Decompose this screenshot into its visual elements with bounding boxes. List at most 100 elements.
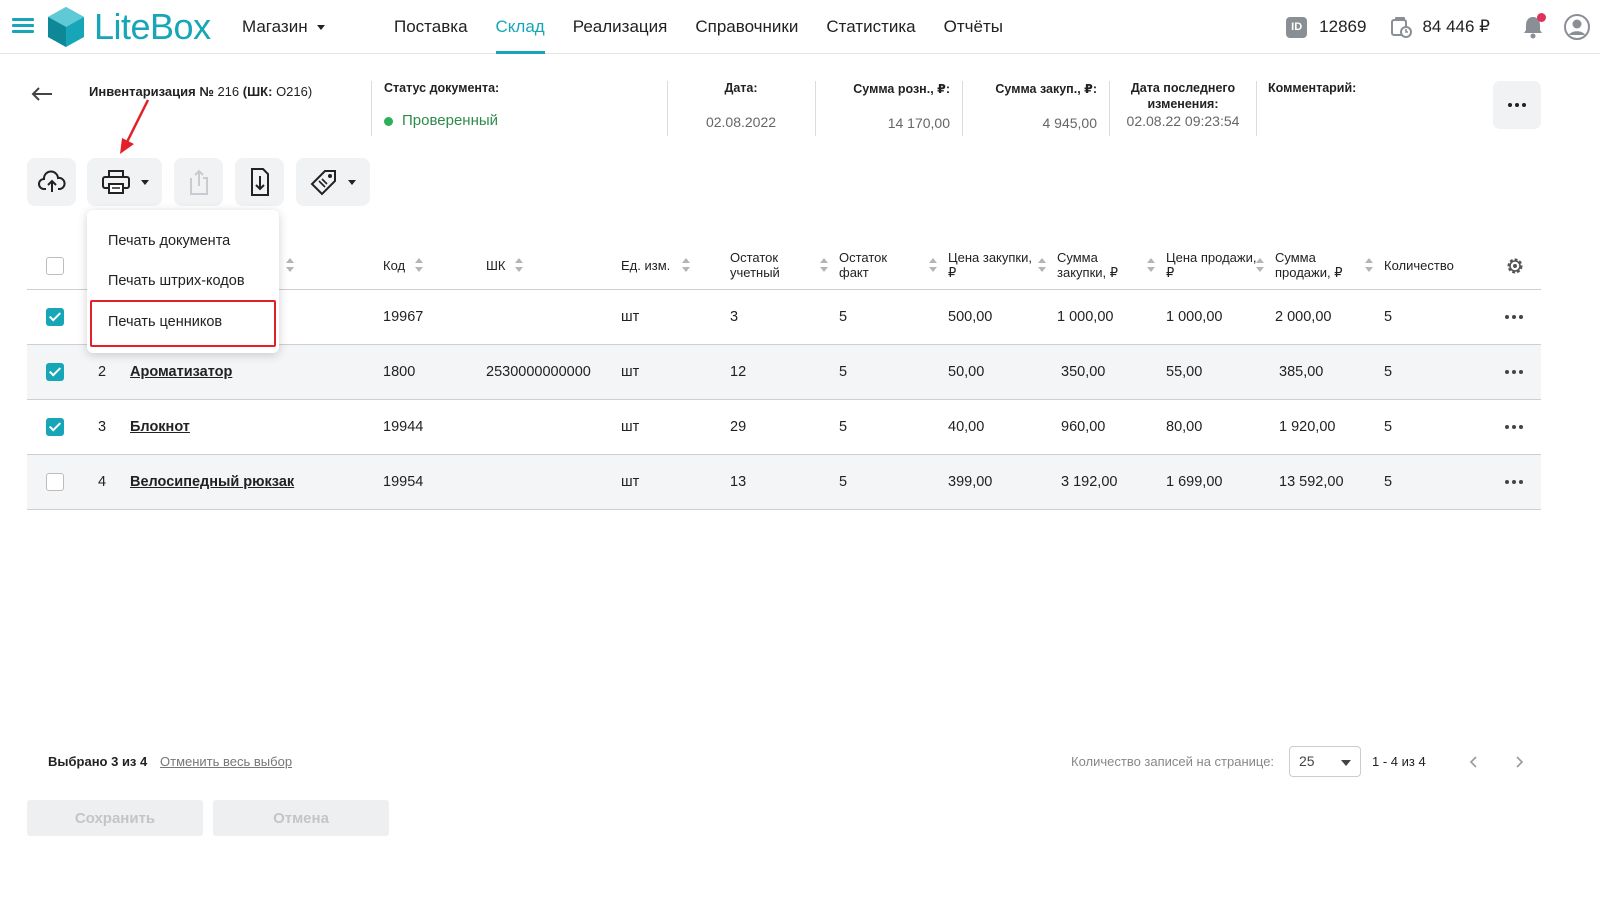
more-actions-button[interactable] xyxy=(1493,81,1541,129)
col-sell-sum[interactable]: Сумма продажи, ₽ xyxy=(1275,250,1342,280)
nav-item-directories[interactable]: Справочники xyxy=(681,0,812,54)
col-stock-accounted-line1: Остаток xyxy=(730,250,779,265)
row-checkbox[interactable] xyxy=(46,418,64,436)
cell-buy-sum: 1 000,00 xyxy=(1057,309,1114,325)
store-selector[interactable]: Магазин xyxy=(242,17,325,37)
sort-icon[interactable] xyxy=(515,258,524,272)
sort-icon[interactable] xyxy=(820,258,829,272)
cell-stock-fact[interactable]: 5 xyxy=(839,400,847,454)
sort-icon[interactable] xyxy=(415,258,424,272)
nav-item-warehouse[interactable]: Склад xyxy=(482,0,559,54)
divider xyxy=(1256,81,1257,136)
menu-item-print-barcodes[interactable]: Печать штрих-кодов xyxy=(108,273,245,289)
sort-icon[interactable] xyxy=(929,258,938,272)
cancel-selection-link[interactable]: Отменить весь выбор xyxy=(160,754,292,769)
row-checkbox[interactable] xyxy=(46,308,64,326)
gear-icon[interactable] xyxy=(1505,256,1525,276)
upload-button[interactable] xyxy=(27,158,76,206)
cell-stock-fact[interactable]: 5 xyxy=(839,455,847,509)
document-title: Инвентаризация № 216 (ШК: O216) xyxy=(89,84,312,99)
purchase-sum-label: Сумма закуп., ₽: xyxy=(995,82,1097,96)
select-all-checkbox[interactable] xyxy=(46,257,64,275)
nav-item-supply[interactable]: Поставка xyxy=(380,0,482,54)
row-more-icon[interactable] xyxy=(1505,425,1523,429)
cancel-button[interactable]: Отмена xyxy=(213,800,389,836)
row-checkbox[interactable] xyxy=(46,363,64,381)
item-name-link[interactable]: Велосипедный рюкзак xyxy=(130,455,294,509)
menu-item-print-document[interactable]: Печать документа xyxy=(108,233,230,249)
col-buy-price-line1: Цена закупки, xyxy=(948,250,1032,265)
upload-cloud-icon xyxy=(37,170,66,192)
cell-stock-fact[interactable]: 5 xyxy=(839,290,847,344)
col-stock-fact[interactable]: Остаток факт xyxy=(839,250,887,280)
back-arrow-icon[interactable] xyxy=(30,84,54,104)
col-unit[interactable]: Ед. изм. xyxy=(621,258,670,273)
nav-item-reports[interactable]: Отчёты xyxy=(930,0,1017,54)
user-icon[interactable] xyxy=(1564,14,1590,40)
sort-icon[interactable] xyxy=(286,258,295,272)
print-button[interactable] xyxy=(87,158,162,206)
col-code[interactable]: Код xyxy=(383,258,405,273)
cell-buy-sum: 3 192,00 xyxy=(1061,474,1118,490)
wallet-icon[interactable] xyxy=(1390,16,1413,38)
chevron-down-icon xyxy=(1341,760,1351,766)
export-icon xyxy=(189,169,208,195)
item-name-link[interactable]: Блокнот xyxy=(130,400,190,454)
cell-unit: шт xyxy=(621,419,640,435)
menu-item-print-price-tags[interactable]: Печать ценников xyxy=(108,314,222,330)
title-barcode: O216) xyxy=(276,84,313,99)
bell-icon[interactable] xyxy=(1522,13,1546,39)
next-page-icon[interactable] xyxy=(1512,754,1526,770)
logo[interactable]: LiteBox xyxy=(46,5,211,49)
table-row[interactable]: 2 Ароматизатор 1800 2530000000000 шт 12 … xyxy=(27,345,1541,400)
col-buy-sum[interactable]: Сумма закупки, ₽ xyxy=(1057,250,1118,280)
logo-icon xyxy=(48,7,84,47)
cell-sell-sum: 2 000,00 xyxy=(1275,309,1332,325)
row-more-icon[interactable] xyxy=(1505,480,1523,484)
price-tag-button[interactable] xyxy=(296,158,370,206)
row-more-icon[interactable] xyxy=(1505,315,1523,319)
date-value: 02.08.2022 xyxy=(705,114,777,130)
save-button[interactable]: Сохранить xyxy=(27,800,203,836)
last-change-field: Дата последнего изменения: 02.08.22 09:2… xyxy=(1115,81,1251,136)
col-stock-accounted-line2: учетный xyxy=(730,265,780,280)
col-sell-price[interactable]: Цена продажи, ₽ xyxy=(1166,250,1256,280)
last-change-value: 02.08.22 09:23:54 xyxy=(1126,113,1240,129)
per-page-select[interactable]: 25 xyxy=(1289,746,1361,777)
col-buy-price[interactable]: Цена закупки, ₽ xyxy=(948,250,1032,280)
cell-sell-price: 1 000,00 xyxy=(1166,309,1223,325)
row-more-icon[interactable] xyxy=(1505,370,1523,374)
sort-icon[interactable] xyxy=(1256,258,1265,272)
sort-icon[interactable] xyxy=(1147,258,1156,272)
retail-sum-label: Сумма розн., ₽: xyxy=(853,82,950,96)
last-change-label-1: Дата последнего xyxy=(1130,81,1236,95)
col-stock-accounted[interactable]: Остаток учетный xyxy=(730,250,780,280)
cell-barcode: 2530000000000 xyxy=(486,364,591,380)
main-nav: Поставка Склад Реализация Справочники Ст… xyxy=(380,0,1017,54)
import-button[interactable] xyxy=(235,158,284,206)
sort-icon[interactable] xyxy=(682,258,691,272)
sort-icon[interactable] xyxy=(1038,258,1047,272)
row-checkbox[interactable] xyxy=(46,473,64,491)
export-button xyxy=(174,158,223,206)
divider xyxy=(815,81,816,136)
col-barcode[interactable]: ШК xyxy=(486,258,506,273)
sort-icon[interactable] xyxy=(1365,258,1374,272)
balance: 84 446 ₽ xyxy=(1422,17,1490,36)
menu-icon[interactable] xyxy=(12,18,34,34)
col-buy-price-line2: ₽ xyxy=(948,265,957,280)
table-row[interactable]: 4 Велосипедный рюкзак 19954 шт 13 5 399,… xyxy=(27,455,1541,510)
cell-stock-fact[interactable]: 5 xyxy=(839,345,847,399)
print-menu: Печать документа Печать штрих-кодов Печа… xyxy=(87,210,279,353)
cell-buy-sum: 350,00 xyxy=(1061,364,1106,380)
nav-item-sales[interactable]: Реализация xyxy=(559,0,682,54)
cell-code: 19954 xyxy=(383,474,424,490)
prev-page-icon[interactable] xyxy=(1467,754,1481,770)
cell-code: 1800 xyxy=(383,364,416,380)
item-name-link[interactable]: Ароматизатор xyxy=(130,345,232,399)
cell-buy-price: 399,00 xyxy=(948,474,993,490)
nav-item-statistics[interactable]: Статистика xyxy=(812,0,929,54)
cell-unit: шт xyxy=(621,474,640,490)
col-quantity[interactable]: Количество xyxy=(1384,258,1454,273)
table-row[interactable]: 3 Блокнот 19944 шт 29 5 40,00 960,00 80,… xyxy=(27,400,1541,455)
